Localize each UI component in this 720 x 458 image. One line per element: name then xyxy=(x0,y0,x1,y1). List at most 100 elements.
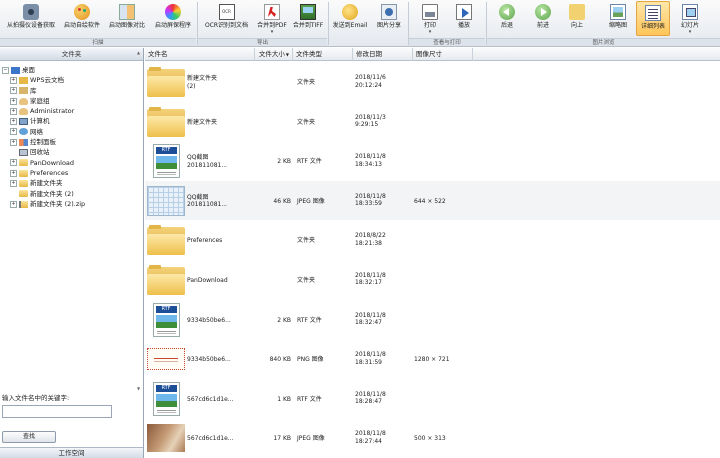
scroll-up-icon[interactable]: ▲ xyxy=(137,50,142,55)
merge-pdf-button[interactable]: 合并到PDF ▾ xyxy=(254,1,290,36)
tree-node[interactable]: + Preferences xyxy=(0,168,143,178)
tree-node[interactable]: 回收站 xyxy=(0,147,143,157)
file-name: QQ截图 201811081... xyxy=(187,154,228,169)
tree-node[interactable]: + 库 xyxy=(0,86,143,96)
file-thumbnail[interactable] xyxy=(147,263,185,297)
share-button[interactable]: 图片分享 xyxy=(371,1,407,36)
thumbnail-view-button[interactable]: 缩略图 xyxy=(604,1,632,36)
file-thumbnail[interactable] xyxy=(147,184,185,218)
tree-node[interactable]: + PanDownload xyxy=(0,158,143,168)
chevron-down-icon[interactable]: ▾ xyxy=(271,30,274,35)
send-email-button[interactable]: 发送到Email xyxy=(329,1,371,36)
file-row[interactable]: 9334b50be6... 840 KB PNG 图像 2018/11/8 18:31… xyxy=(145,339,720,379)
tree-node[interactable]: + Administrator xyxy=(0,106,143,116)
tree-node-label: 桌面 xyxy=(22,66,35,74)
forward-button[interactable]: 前进 xyxy=(530,1,556,36)
expand-icon[interactable]: + xyxy=(10,107,17,115)
back-button[interactable]: 后退 xyxy=(494,1,520,36)
tree-node-label: 控制面板 xyxy=(30,138,56,147)
column-header-type[interactable]: 文件类型 xyxy=(293,48,353,61)
expand-icon[interactable]: + xyxy=(10,138,17,146)
column-header-dimensions[interactable]: 图像尺寸 xyxy=(413,48,473,61)
file-row[interactable]: 新建文件夹 文件夹 2018/11/3 9:29:15 xyxy=(145,102,720,142)
tree-node-label: 网络 xyxy=(30,127,43,136)
file-thumbnail[interactable]: RTF xyxy=(147,144,185,179)
file-row[interactable]: PanDownload 文件夹 2018/11/8 18:32:17 xyxy=(145,260,720,300)
file-modified-date: 2018/8/22 18:21:38 xyxy=(355,232,386,247)
expand-icon[interactable]: + xyxy=(10,200,17,208)
folder-icon xyxy=(19,179,28,187)
group-image-browse-label: 图片浏览 xyxy=(487,38,720,46)
tree-node[interactable]: + 新建文件夹 xyxy=(0,178,143,188)
paint-app-label: 启动自绘软件 xyxy=(63,22,100,29)
expand-icon[interactable]: + xyxy=(10,118,17,126)
column-header-name[interactable]: 文件名 xyxy=(145,48,255,61)
column-header-size[interactable]: 文件大小▼ xyxy=(255,48,293,61)
expand-icon[interactable]: + xyxy=(10,128,17,136)
file-row[interactable]: 567cd6c1d1e... 17 KB JPEG 图像 2018/11/8 18:2… xyxy=(145,418,720,458)
tree-node[interactable]: + 家庭组 xyxy=(0,96,143,106)
tree-node[interactable]: + WPS云文档 xyxy=(0,75,143,85)
file-name: Preferences xyxy=(187,237,223,245)
compare-icon xyxy=(119,4,135,20)
expand-icon[interactable]: + xyxy=(10,97,17,105)
file-thumbnail[interactable]: RTF xyxy=(147,302,185,337)
file-thumbnail[interactable] xyxy=(147,421,185,455)
merge-tiff-button[interactable]: 合并到TIFF xyxy=(290,1,326,36)
detail-list-view-button[interactable]: 详细列表 xyxy=(636,1,670,36)
file-name: 新建文件夹 xyxy=(187,118,218,126)
file-row[interactable]: RTF 9334b50be6... 2 KB RTF 文件 2018/11/8 18:3… xyxy=(145,300,720,340)
forward-arrow-icon xyxy=(535,4,551,20)
tree-node[interactable]: 新建文件夹 (2) xyxy=(0,189,143,199)
tree-node[interactable]: + 控制面板 xyxy=(0,137,143,147)
file-list: 文件名 文件大小▼ 文件类型 修改日期 图像尺寸 新建文件夹 (2) 文件夹 201… xyxy=(145,48,720,458)
search-input[interactable] xyxy=(2,405,112,418)
tree-node[interactable]: + 新建文件夹 (2).zip xyxy=(0,199,143,209)
scroll-down-icon[interactable]: ▼ xyxy=(137,386,142,391)
file-row[interactable]: RTF QQ截图 201811081... 2 KB RTF 文件 2018/11/8 … xyxy=(145,141,720,181)
file-name: QQ截图 201811081... xyxy=(187,193,228,209)
chevron-down-icon[interactable]: ▾ xyxy=(689,30,692,35)
slideshow-button[interactable]: 幻灯片 ▾ xyxy=(676,1,704,36)
tree-node-label: 回收站 xyxy=(30,148,50,157)
tree-node[interactable]: − 桌面 xyxy=(0,65,143,75)
file-modified-date: 2018/11/3 9:29:15 xyxy=(355,113,386,129)
expand-icon[interactable]: + xyxy=(10,169,17,177)
folder-tree: − 桌面 + WPS云文档 + 库 + 家庭组 + Administrator + 计算机 + 网络 + 控制… xyxy=(0,61,143,243)
file-name: 新建文件夹 (2) xyxy=(187,75,218,90)
expand-icon[interactable]: + xyxy=(10,76,17,84)
print-button[interactable]: 打印 ▾ xyxy=(416,1,444,36)
file-thumbnail[interactable] xyxy=(147,105,185,139)
image-compare-button[interactable]: 启动图像对比 xyxy=(104,1,150,36)
tree-node-label: WPS云文档 xyxy=(30,76,64,85)
collapse-icon[interactable]: − xyxy=(2,66,9,74)
expand-icon[interactable]: + xyxy=(10,179,17,187)
file-thumbnail[interactable] xyxy=(147,65,185,99)
tree-node[interactable]: + 网络 xyxy=(0,127,143,137)
file-row[interactable]: Preferences 文件夹 2018/8/22 18:21:38 xyxy=(145,220,720,260)
chevron-down-icon[interactable]: ▾ xyxy=(429,30,432,35)
paint-app-button[interactable]: 启动自绘软件 xyxy=(60,1,104,36)
column-header-date[interactable]: 修改日期 xyxy=(353,48,413,61)
expand-icon[interactable]: + xyxy=(10,87,17,95)
user-icon xyxy=(19,97,28,105)
file-type: 文件夹 xyxy=(297,118,316,126)
file-row[interactable]: QQ截图 201811081... 46 KB JPEG 图像 2018/11/8 1… xyxy=(145,180,720,221)
up-button[interactable]: 向上 xyxy=(564,1,590,36)
search-button[interactable]: 查找 xyxy=(2,431,56,443)
file-row[interactable]: 新建文件夹 (2) 文件夹 2018/11/6 20:12:24 xyxy=(145,62,720,102)
play-button[interactable]: 播放 xyxy=(450,1,478,36)
workspace-header[interactable]: 工作空间 xyxy=(0,447,143,458)
file-row[interactable]: RTF 567cd6c1d1e... 1 KB RTF 文件 2018/11/8 18:… xyxy=(145,379,720,419)
expand-icon[interactable]: + xyxy=(10,159,17,167)
folder-thumbnail xyxy=(147,106,185,137)
capture-device-button[interactable]: 从拍摄仪设备获取 xyxy=(2,1,60,36)
tree-node-label: 计算机 xyxy=(30,117,50,126)
screensaver-button[interactable]: 启动屏保程序 xyxy=(150,1,196,36)
ocr-button[interactable]: OCR识别到文档 xyxy=(199,1,254,36)
file-thumbnail[interactable] xyxy=(147,223,185,257)
file-thumbnail[interactable]: RTF xyxy=(147,381,185,416)
file-size: 2 KB xyxy=(277,316,291,324)
tree-node[interactable]: + 计算机 xyxy=(0,116,143,126)
file-thumbnail[interactable] xyxy=(147,342,185,376)
